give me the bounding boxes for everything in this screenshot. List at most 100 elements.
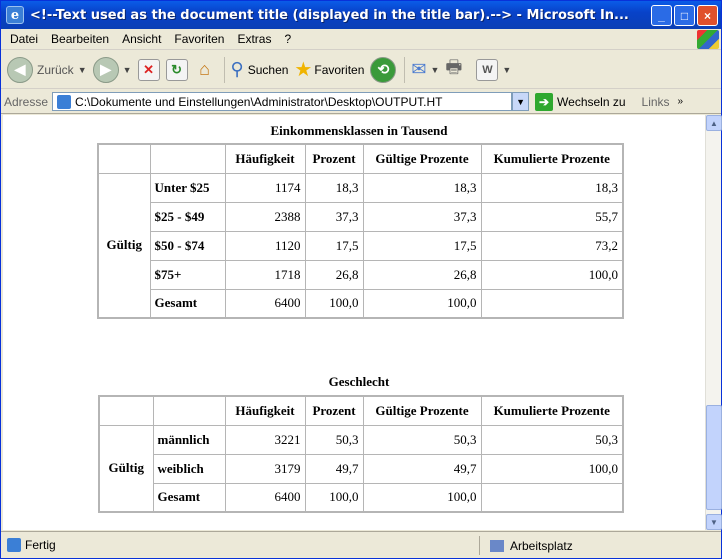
table-row: weiblich 3179 49,7 49,7 100,0 <box>99 453 624 484</box>
header-cell <box>98 395 154 426</box>
cell-percent: 100,0 <box>304 288 364 319</box>
address-label: Adresse <box>4 94 49 109</box>
income-table: Häufigkeit Prozent Gültige Prozente Kumu… <box>97 143 624 319</box>
cell-valid-percent: 50,3 <box>362 424 482 455</box>
home-button[interactable]: ⌂ <box>194 59 216 81</box>
stop-icon: ✕ <box>137 58 160 81</box>
stop-button[interactable]: ✕ <box>137 58 160 81</box>
cell-cumulative-percent: 100,0 <box>480 453 624 484</box>
cell-percent: 17,5 <box>304 230 364 261</box>
toolbar: ◀ Zurück ▼ ▶ ▼ ✕ ↻ ⌂ ⚲ Suchen ★ Favorite… <box>1 51 721 89</box>
back-button[interactable]: ◀ Zurück ▼ <box>7 56 87 83</box>
back-arrow-icon: ◀ <box>7 56 33 83</box>
cell-frequency: 1718 <box>224 259 306 290</box>
cell-cumulative-percent <box>480 288 624 319</box>
close-button[interactable]: × <box>697 5 718 26</box>
cell-valid-percent: 18,3 <box>362 172 482 203</box>
header-percent: Prozent <box>304 143 364 174</box>
row-label: Unter $25 <box>149 172 226 203</box>
header-frequency: Häufigkeit <box>224 395 306 426</box>
scroll-thumb[interactable] <box>706 405 722 510</box>
go-button[interactable]: Wechseln zu <box>557 95 625 109</box>
go-arrow-icon[interactable]: ➔ <box>535 92 554 111</box>
computer-icon <box>490 539 504 552</box>
windows-logo-icon <box>697 30 719 49</box>
chevron-down-icon[interactable]: ▼ <box>430 65 439 75</box>
cell-percent: 100,0 <box>304 482 364 513</box>
cell-frequency: 6400 <box>224 482 306 513</box>
home-icon: ⌂ <box>199 59 210 79</box>
address-input[interactable]: C:\Dokumente und Einstellungen\Administr… <box>52 92 513 111</box>
address-value: C:\Dokumente und Einstellungen\Administr… <box>75 94 443 109</box>
status-bar: Fertig Arbeitsplatz <box>1 531 721 558</box>
cell-valid-percent: 49,7 <box>362 453 482 484</box>
menu-bearbeiten[interactable]: Bearbeiten <box>51 32 109 46</box>
table-header-row: Häufigkeit Prozent Gültige Prozente Kumu… <box>98 395 624 426</box>
history-button[interactable]: ⟲ <box>370 56 397 83</box>
search-button[interactable]: ⚲ Suchen <box>231 59 289 80</box>
table-row: Gesamt 6400 100,0 100,0 <box>98 288 624 319</box>
search-icon: ⚲ <box>230 59 244 79</box>
cell-valid-percent: 26,8 <box>362 259 482 290</box>
menu-bar: Datei Bearbeiten Ansicht Favoriten Extra… <box>1 29 721 50</box>
ie-logo-icon: e <box>6 6 24 24</box>
toolbar-divider <box>223 56 225 83</box>
window-title: <!--Text used as the document title (dis… <box>30 7 629 23</box>
table-caption-income: Einkommensklassen in Tausend <box>270 123 448 138</box>
mail-icon: ✉ <box>411 59 427 79</box>
cell-percent: 49,7 <box>304 453 364 484</box>
row-label: $50 - $74 <box>149 230 226 261</box>
forward-button[interactable]: ▶ ▼ <box>92 56 132 83</box>
address-dropdown-button[interactable]: ▼ <box>512 92 530 111</box>
chevron-right-icon[interactable]: » <box>678 96 684 107</box>
scroll-down-icon[interactable]: ▼ <box>706 514 722 530</box>
header-cell <box>149 143 226 174</box>
header-valid-percent: Gültige Prozente <box>362 143 482 174</box>
back-label: Zurück <box>37 62 74 77</box>
mail-button[interactable]: ✉ ▼ <box>411 59 439 80</box>
header-cumulative-percent: Kumulierte Prozente <box>480 143 624 174</box>
chevron-down-icon[interactable]: ▼ <box>78 65 87 75</box>
header-cell <box>97 143 151 174</box>
vertical-scrollbar[interactable]: ▲ ▼ <box>705 115 722 530</box>
print-button[interactable]: 🖶 <box>445 55 462 85</box>
chevron-down-icon[interactable]: ▼ <box>123 65 132 75</box>
refresh-icon: ↻ <box>165 58 188 81</box>
row-label: $25 - $49 <box>149 201 226 232</box>
row-label: Gesamt <box>152 482 226 513</box>
table-header-row: Häufigkeit Prozent Gültige Prozente Kumu… <box>97 143 624 174</box>
table-row: Gesamt 6400 100,0 100,0 <box>99 482 624 513</box>
menu-datei[interactable]: Datei <box>10 32 38 46</box>
favorites-button[interactable]: ★ Favoriten <box>294 57 364 82</box>
cell-frequency: 2388 <box>224 201 306 232</box>
menu-extras[interactable]: Extras <box>237 32 271 46</box>
cell-cumulative-percent: 100,0 <box>480 259 624 290</box>
chevron-down-icon[interactable]: ▼ <box>502 65 511 75</box>
minimize-button[interactable]: _ <box>651 5 672 26</box>
row-label: $75+ <box>149 259 226 290</box>
menu-help[interactable]: ? <box>284 32 291 46</box>
cell-frequency: 3179 <box>224 453 306 484</box>
maximize-button[interactable]: □ <box>674 5 695 26</box>
scroll-up-icon[interactable]: ▲ <box>706 115 722 131</box>
forward-arrow-icon: ▶ <box>92 56 119 83</box>
cell-percent: 50,3 <box>304 424 364 455</box>
header-valid-percent: Gültige Prozente <box>362 395 482 426</box>
toolbar-divider <box>404 56 406 83</box>
menu-favoriten[interactable]: Favoriten <box>174 32 224 46</box>
links-button[interactable]: Links <box>642 95 670 109</box>
table-row: $25 - $49 2388 37,3 37,3 55,7 <box>98 201 624 232</box>
address-bar: Adresse C:\Dokumente und Einstellungen\A… <box>1 90 721 114</box>
cell-valid-percent: 37,3 <box>362 201 482 232</box>
header-cumulative-percent: Kumulierte Prozente <box>480 395 624 426</box>
table-row: Gültig männlich 3221 50,3 50,3 50,3 <box>98 424 624 513</box>
cell-cumulative-percent: 18,3 <box>480 172 624 203</box>
star-icon: ★ <box>294 59 313 81</box>
menu-ansicht[interactable]: Ansicht <box>122 32 161 46</box>
cell-percent: 18,3 <box>304 172 364 203</box>
status-zone-label: Arbeitsplatz <box>510 538 573 553</box>
search-label: Suchen <box>247 62 289 77</box>
edit-button[interactable]: W ▼ <box>476 58 511 81</box>
refresh-button[interactable]: ↻ <box>165 58 188 81</box>
table-row: Gültig Unter $25 1174 18,3 18,3 18,3 <box>97 172 624 319</box>
